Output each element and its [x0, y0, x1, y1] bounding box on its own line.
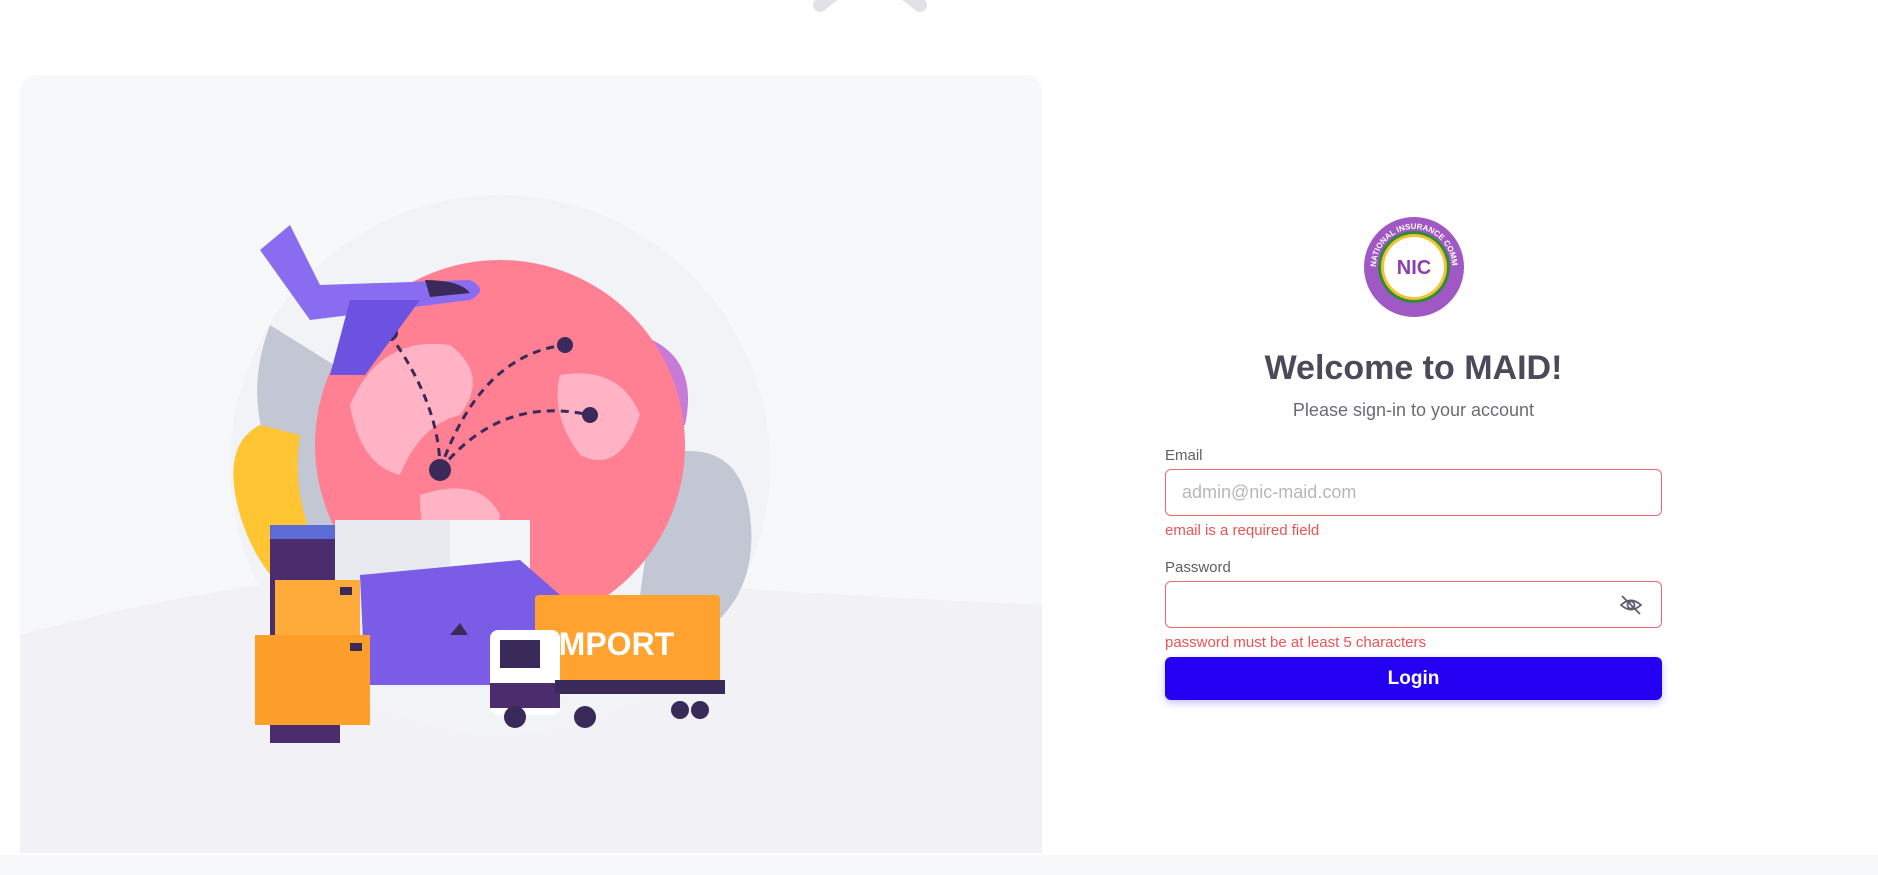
login-form: Email email is a required field Password… [1165, 447, 1662, 700]
illustration-panel: IMPORT [20, 75, 1042, 853]
login-page: IMPORT NIC NATIONAL INSURANCE COMMISSION… [0, 0, 1878, 875]
footer-strip [0, 855, 1878, 875]
password-label: Password [1165, 559, 1231, 576]
password-field-wrapper [1165, 581, 1662, 628]
email-label: Email [1165, 447, 1203, 464]
password-field[interactable] [1166, 582, 1661, 627]
email-field-wrapper [1165, 469, 1662, 516]
svg-text:NIC: NIC [1396, 257, 1430, 279]
svg-text:IMPORT: IMPORT [550, 626, 675, 662]
login-card: NIC NATIONAL INSURANCE COMMISSION Welcom… [1165, 215, 1662, 700]
loader-arc-decoration [813, 0, 927, 12]
email-field[interactable] [1166, 470, 1661, 515]
eye-off-icon[interactable] [1619, 593, 1643, 617]
login-button[interactable]: Login [1165, 657, 1662, 700]
nic-logo: NIC NATIONAL INSURANCE COMMISSION [1362, 215, 1464, 317]
password-group: Password password must be at least 5 cha… [1165, 559, 1662, 651]
password-error: password must be at least 5 characters [1165, 634, 1426, 651]
logistics-import-illustration: IMPORT [20, 195, 1042, 853]
page-subtitle: Please sign-in to your account [1292, 400, 1535, 420]
email-group: Email email is a required field [1165, 447, 1662, 539]
email-error: email is a required field [1165, 522, 1320, 539]
page-title: Welcome to MAID! [1264, 349, 1563, 387]
